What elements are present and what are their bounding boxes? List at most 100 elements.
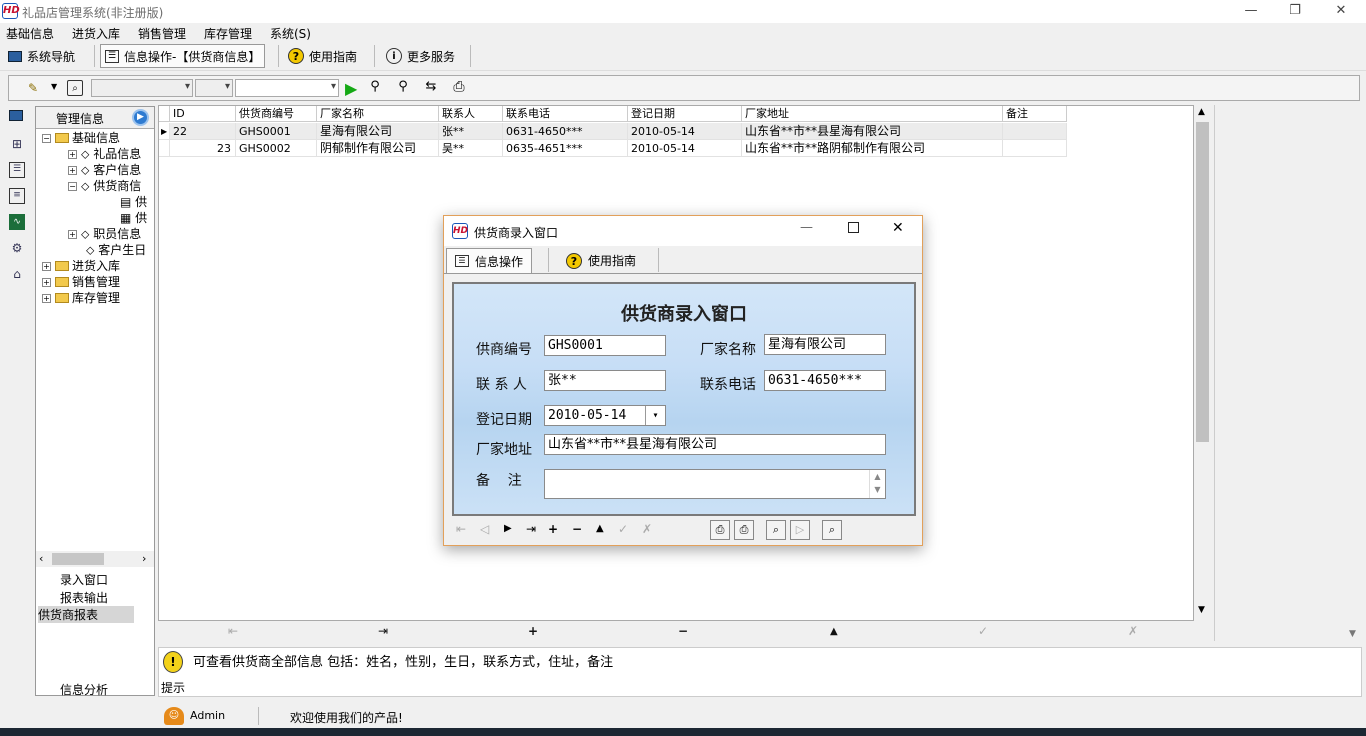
edit-record-button[interactable]: ▲ (830, 626, 838, 637)
chevron-down-icon[interactable]: ▼ (1198, 605, 1205, 615)
refresh-icon[interactable]: ⇆ (423, 79, 439, 95)
col-header-address[interactable]: 厂家地址 (742, 106, 1003, 122)
chevron-right-icon[interactable]: › (142, 552, 146, 565)
next-record-button[interactable]: ▶ (504, 523, 512, 534)
list-item-supplier-report[interactable]: 供货商报表 (38, 606, 134, 623)
scroll-thumb[interactable] (52, 553, 104, 565)
first-record-button[interactable]: ⇤ (456, 522, 466, 536)
post-record-button[interactable]: ✓ (618, 522, 628, 536)
last-record-button[interactable]: ⇥ (378, 624, 388, 638)
first-record-button[interactable]: ⇤ (228, 624, 238, 638)
address-field[interactable]: 山东省**市**县星海有限公司 (544, 434, 886, 455)
minimize-button[interactable]: — (1228, 0, 1274, 23)
tree-node-staff[interactable]: + ⬦ 职员信息 (68, 227, 141, 242)
tab-system-nav[interactable]: 系统导航 (4, 44, 79, 68)
tree-node-purchase[interactable]: + 进货入库 (42, 259, 120, 274)
menu-inventory[interactable]: 库存管理 (204, 25, 252, 42)
expand-icon[interactable]: + (42, 278, 51, 287)
print-icon[interactable]: ⎙ (710, 520, 730, 540)
collapse-icon[interactable]: − (42, 134, 51, 143)
cell-address[interactable]: 山东省**市**县星海有限公司 (742, 123, 1003, 140)
collapse-panel-icon[interactable]: ▶ (132, 109, 149, 126)
preview-icon[interactable]: ⌕ (766, 520, 786, 540)
col-header-factory-name[interactable]: 厂家名称 (317, 106, 439, 122)
expand-icon[interactable]: + (42, 262, 51, 271)
col-header-contact[interactable]: 联系人 (439, 106, 503, 122)
cell-remark[interactable] (1003, 140, 1067, 157)
cancel-record-button[interactable]: ✗ (642, 522, 652, 536)
tree-node-sales[interactable]: + 销售管理 (42, 275, 120, 290)
factory-name-field[interactable]: 星海有限公司 (764, 334, 886, 355)
contact-field[interactable]: 张** (544, 370, 666, 391)
dialog-tab-info-operation[interactable]: ☰ 信息操作 (446, 248, 533, 273)
edit-record-button[interactable]: ▲ (596, 523, 604, 534)
cell-contact[interactable]: 张** (439, 123, 503, 140)
dialog-close-button[interactable]: ✕ (892, 220, 904, 236)
chevron-down-icon[interactable]: ▼ (1349, 629, 1356, 639)
document-icon[interactable]: ≡ (9, 188, 25, 204)
delete-record-button[interactable]: − (572, 522, 582, 536)
textarea-scrollbar[interactable]: ▲ ▼ (869, 470, 885, 498)
print-setup-icon[interactable]: ⎙ (734, 520, 754, 540)
last-record-button[interactable]: ⇥ (526, 522, 536, 536)
list-item-analysis[interactable]: 信息分析 (60, 681, 108, 698)
cell-phone[interactable]: 0631-4650*** (503, 123, 628, 140)
expand-icon[interactable]: + (68, 150, 77, 159)
hierarchy-icon[interactable]: ⊞ (9, 136, 25, 152)
monitor-icon[interactable] (9, 110, 23, 121)
tab-supplier-info[interactable]: ☰ 信息操作-【供货商信息】 (100, 44, 266, 68)
close-button[interactable]: ✕ (1318, 0, 1364, 23)
field-combo[interactable]: ▾ (91, 79, 193, 97)
expand-icon[interactable]: + (68, 230, 77, 239)
cell-supplier-no[interactable]: GHS0002 (236, 140, 317, 157)
find-next-icon[interactable]: ⚲ (395, 79, 411, 95)
cell-phone[interactable]: 0635-4651*** (503, 140, 628, 157)
tree-node-basic-info[interactable]: − 基础信息 (42, 131, 120, 146)
collapse-icon[interactable]: − (68, 182, 77, 191)
chart-icon[interactable]: ∿ (9, 214, 25, 230)
restore-button[interactable]: ❐ (1272, 0, 1318, 23)
operator-combo[interactable]: ▾ (195, 79, 233, 97)
pencil-icon[interactable]: ✎ (25, 80, 41, 96)
col-header-id[interactable]: ID (170, 106, 236, 122)
cell-id[interactable]: 22 (170, 123, 236, 140)
scroll-thumb[interactable] (1196, 122, 1209, 442)
expand-icon[interactable]: + (42, 294, 51, 303)
search-icon[interactable]: ⌕ (822, 520, 842, 540)
run-query-icon[interactable]: ▶ (345, 79, 357, 98)
add-record-button[interactable]: + (528, 624, 538, 638)
trash-icon[interactable]: ⌂ (9, 266, 25, 282)
cell-supplier-no[interactable]: GHS0001 (236, 123, 317, 140)
users-gear-icon[interactable]: ⚙ (9, 240, 25, 256)
cell-contact[interactable]: 吴** (439, 140, 503, 157)
post-record-button[interactable]: ✓ (978, 624, 988, 638)
dialog-minimize-button[interactable]: — (800, 220, 813, 235)
cell-reg-date[interactable]: 2010-05-14 (628, 123, 742, 140)
col-header-phone[interactable]: 联系电话 (503, 106, 628, 122)
tab-user-guide[interactable]: ? 使用指南 (284, 44, 361, 68)
tab-more-services[interactable]: i 更多服务 (382, 44, 459, 68)
add-record-button[interactable]: + (548, 522, 558, 536)
prev-record-button[interactable]: ◁ (480, 522, 489, 536)
grid-list-icon[interactable]: ☰ (9, 162, 25, 178)
expand-icon[interactable]: + (68, 166, 77, 175)
chevron-up-icon[interactable]: ▲ (1198, 107, 1205, 117)
tree-node-birthday[interactable]: ⬦ 客户生日 (86, 243, 146, 258)
delete-record-button[interactable]: − (678, 624, 688, 638)
value-combo[interactable]: ▾ (235, 79, 339, 97)
col-header-remark[interactable]: 备注 (1003, 106, 1067, 122)
menu-system[interactable]: 系统(S) (270, 25, 311, 42)
tree-node-inventory[interactable]: + 库存管理 (42, 291, 120, 306)
tree-node-supplier[interactable]: − ⬦ 供货商信 (68, 179, 141, 194)
supplier-no-field[interactable]: GHS0001 (544, 335, 666, 356)
print-icon[interactable]: ⎙ (451, 79, 467, 95)
tree-node-customer[interactable]: + ⬦ 客户信息 (68, 163, 141, 178)
menu-sales[interactable]: 销售管理 (138, 25, 186, 42)
reg-date-picker[interactable]: 2010-05-14 ▾ (544, 405, 666, 426)
cell-factory-name[interactable]: 星海有限公司 (317, 123, 439, 140)
cancel-record-button[interactable]: ✗ (1128, 624, 1138, 638)
tree-node-supplier-entry[interactable]: ▤ 供 (120, 195, 147, 210)
dialog-tab-user-guide[interactable]: ? 使用指南 (558, 248, 644, 273)
find-user-icon[interactable]: ⚲ (367, 79, 383, 95)
chevron-down-icon[interactable]: ▾ (645, 406, 665, 425)
